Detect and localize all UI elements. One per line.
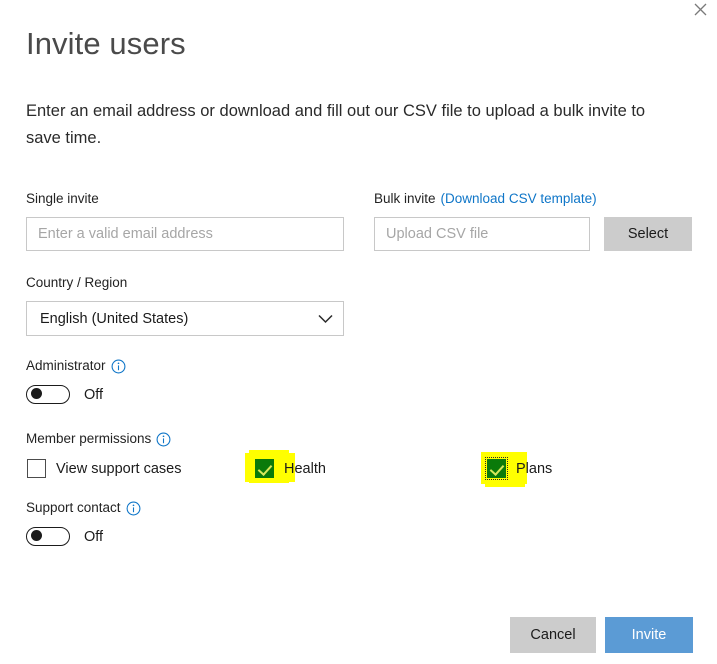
support-contact-label-text: Support contact [26, 500, 121, 515]
administrator-toggle-state: Off [84, 386, 104, 403]
bulk-invite-file-input[interactable] [374, 217, 590, 251]
checkbox-label: Health [284, 460, 326, 477]
country-region-select[interactable]: English (United States) [26, 301, 344, 336]
cancel-button[interactable]: Cancel [510, 617, 596, 653]
close-icon [694, 3, 707, 16]
country-region-label: Country / Region [26, 275, 127, 291]
single-invite-email-input[interactable] [26, 217, 344, 251]
checkbox-box[interactable] [27, 459, 46, 478]
close-dialog-button[interactable] [687, 0, 713, 22]
info-icon[interactable] [126, 501, 141, 516]
administrator-toggle[interactable] [26, 385, 70, 404]
administrator-label: Administrator [26, 358, 126, 374]
checkbox-view-support-cases[interactable]: View support cases [27, 459, 181, 478]
single-invite-label-text: Single invite [26, 191, 99, 206]
administrator-label-text: Administrator [26, 358, 106, 373]
support-contact-toggle-row[interactable]: Off [26, 527, 103, 546]
info-icon[interactable] [156, 432, 171, 447]
support-contact-label: Support contact [26, 500, 141, 516]
toggle-knob [30, 530, 42, 542]
country-region-value: English (United States) [40, 310, 189, 327]
checkbox-label: Plans [516, 460, 553, 477]
checkbox-box[interactable] [255, 459, 274, 478]
support-contact-toggle[interactable] [26, 527, 70, 546]
select-file-button[interactable]: Select [604, 217, 692, 251]
checkbox-plans[interactable]: Plans [485, 457, 553, 480]
bulk-invite-label: Bulk invite (Download CSV template) [374, 191, 597, 207]
chevron-down-icon [318, 314, 333, 324]
member-permissions-label: Member permissions [26, 431, 171, 447]
administrator-toggle-row[interactable]: Off [26, 385, 103, 404]
country-region-label-text: Country / Region [26, 275, 128, 290]
single-invite-label: Single invite [26, 191, 99, 207]
page-title: Invite users [26, 26, 186, 61]
invite-button[interactable]: Invite [605, 617, 693, 653]
bulk-invite-label-text: Bulk invite [374, 191, 436, 206]
checkbox-label: View support cases [56, 460, 182, 477]
download-csv-template-link[interactable]: (Download CSV template) [441, 191, 597, 207]
member-permissions-label-text: Member permissions [26, 431, 152, 446]
dialog-description: Enter an email address or download and f… [26, 102, 646, 147]
checkbox-box[interactable] [485, 457, 508, 480]
info-icon[interactable] [111, 359, 126, 374]
checkbox-health[interactable]: Health [255, 459, 326, 478]
toggle-knob [30, 388, 42, 400]
support-contact-toggle-state: Off [84, 528, 104, 545]
